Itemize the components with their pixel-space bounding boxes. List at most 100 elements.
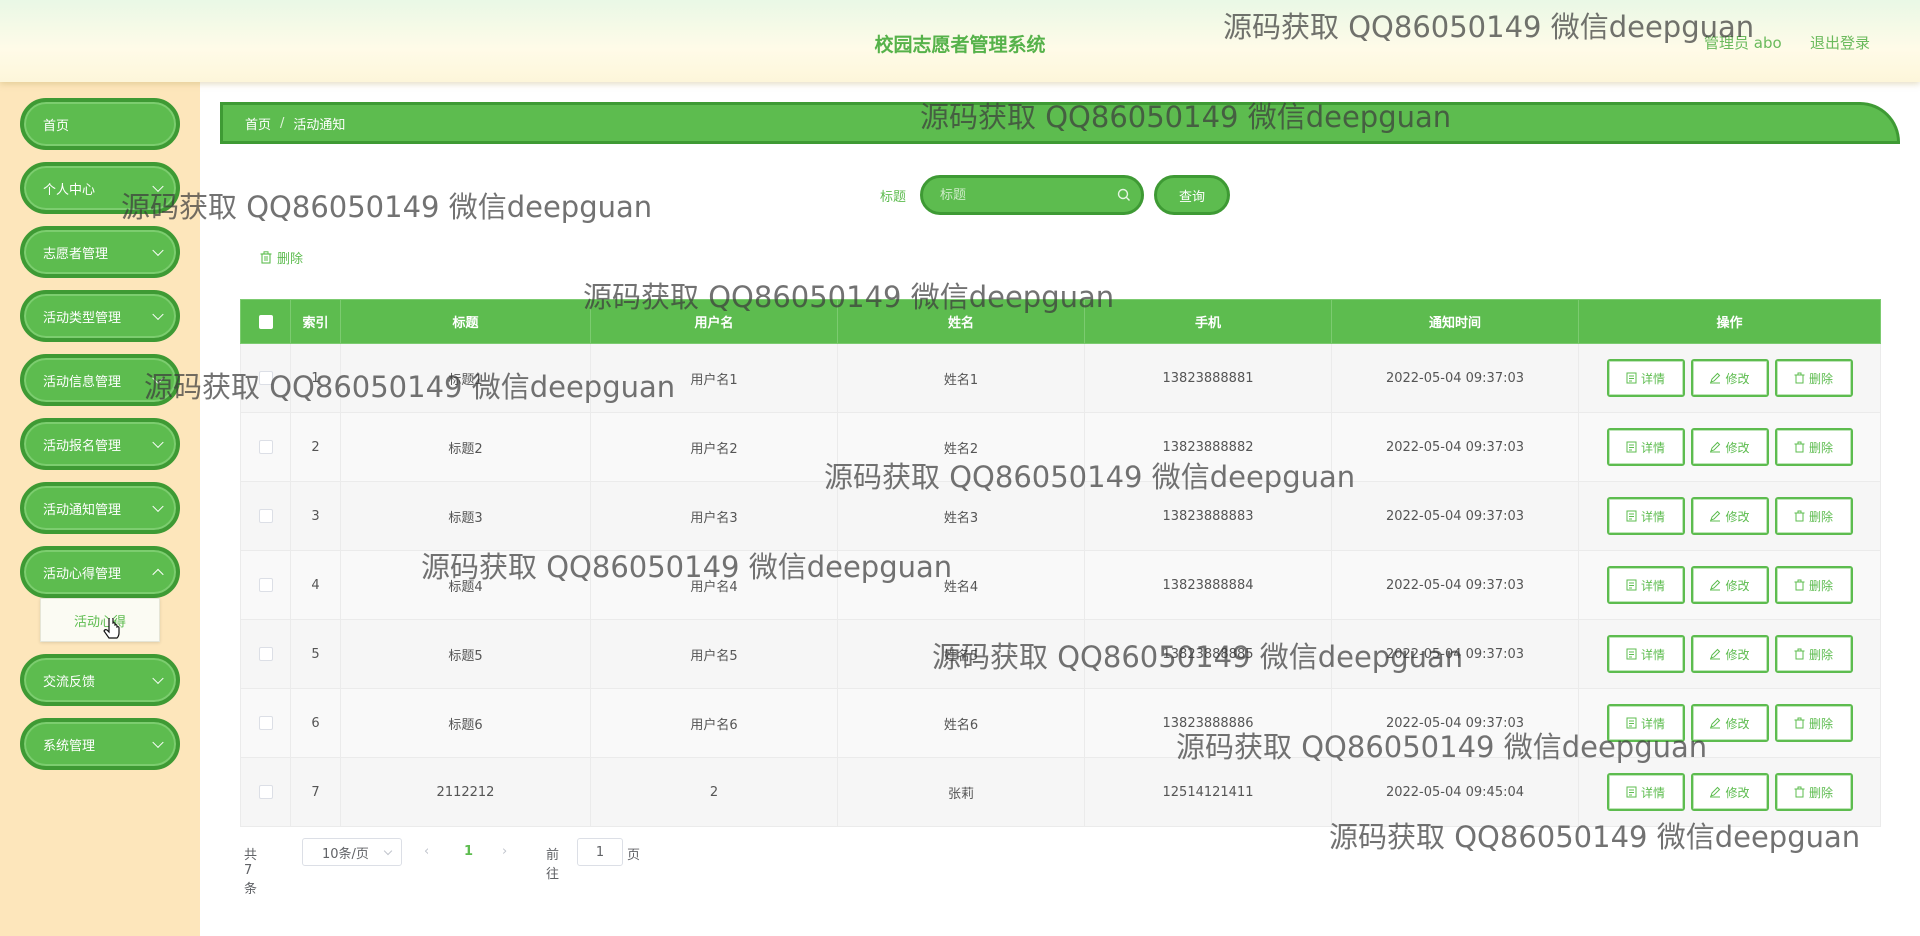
prev-page-icon[interactable]: ‹ (424, 844, 429, 859)
sidebar-item-feedback[interactable]: 交流反馈 (20, 654, 180, 706)
row-select-cell (240, 619, 291, 689)
edit-button[interactable]: 修改 (1690, 704, 1769, 742)
table-row: 1 标题1 用户名1 姓名1 13823888881 2022-05-04 09:37:0… (240, 343, 1881, 413)
submenu-item-activity-experience[interactable]: 活动心得 (40, 598, 160, 642)
row-checkbox[interactable] (258, 785, 273, 799)
edit-icon (1710, 579, 1721, 591)
edit-button[interactable]: 修改 (1690, 428, 1769, 466)
delete-button[interactable]: 删除 (1774, 566, 1853, 604)
cell-title: 标题4 (340, 550, 591, 620)
cell-phone: 12514121411 (1084, 757, 1332, 827)
delete-button[interactable]: 删除 (1774, 773, 1853, 811)
sidebar-item-activity-experience-management[interactable]: 活动心得管理 (20, 546, 180, 598)
sidebar-item-activity-notice-management[interactable]: 活动通知管理 (20, 482, 180, 534)
sidebar-item-activity-signup-management[interactable]: 活动报名管理 (20, 418, 180, 470)
row-checkbox[interactable] (258, 647, 273, 661)
edit-icon (1710, 648, 1721, 660)
query-button[interactable]: 查询 (1154, 175, 1230, 215)
detail-label: 详情 (1640, 716, 1665, 731)
cell-username: 用户名5 (590, 619, 838, 689)
cell-actions: 详情 修改 删除 (1578, 343, 1881, 413)
search-input[interactable] (940, 187, 1110, 203)
page-number[interactable]: 1 (464, 844, 473, 859)
detail-button[interactable]: 详情 (1606, 635, 1685, 673)
logout-link[interactable]: 退出登录 (1810, 32, 1870, 53)
delete-button[interactable]: 删除 (1774, 497, 1853, 535)
select-all-checkbox[interactable] (258, 314, 273, 329)
row-checkbox[interactable] (258, 440, 273, 454)
delete-button[interactable]: 删除 (1774, 704, 1853, 742)
sidebar-item-label: 活动类型管理 (43, 310, 122, 326)
cell-index: 5 (290, 619, 341, 689)
cell-phone: 13823888882 (1084, 412, 1332, 482)
edit-button[interactable]: 修改 (1690, 359, 1769, 397)
cell-notice-time: 2022-05-04 09:45:04 (1331, 757, 1579, 827)
trash-icon (1794, 786, 1805, 798)
sidebar-item-volunteer-management[interactable]: 志愿者管理 (20, 226, 180, 278)
row-checkbox[interactable] (258, 716, 273, 730)
row-checkbox[interactable] (258, 371, 273, 385)
column-header[interactable]: 通知时间 (1331, 299, 1579, 344)
row-checkbox[interactable] (258, 578, 273, 592)
sidebar-item-home[interactable]: 首页 (20, 98, 180, 150)
edit-button[interactable]: 修改 (1690, 773, 1769, 811)
goto-suffix: 页 (627, 848, 641, 863)
detail-button[interactable]: 详情 (1606, 359, 1685, 397)
table-row: 7 2112212 2 张莉 12514121411 2022-05-04 09:45:0… (240, 757, 1881, 827)
detail-button[interactable]: 详情 (1606, 428, 1685, 466)
column-header[interactable]: 用户名 (590, 299, 838, 344)
column-header[interactable]: 手机 (1084, 299, 1332, 344)
edit-label: 修改 (1725, 509, 1750, 524)
delete-button[interactable]: 删除 (1774, 635, 1853, 673)
row-select-cell (240, 550, 291, 620)
row-select-cell (240, 757, 291, 827)
column-header[interactable]: 标题 (340, 299, 591, 344)
next-page-icon[interactable]: › (502, 844, 507, 859)
batch-delete-button[interactable]: 删除 (260, 248, 303, 267)
sidebar-item-activity-type-management[interactable]: 活动类型管理 (20, 290, 180, 342)
breadcrumb-home[interactable]: 首页 (245, 114, 271, 133)
chevron-down-icon (152, 736, 164, 749)
sidebar-item-label: 志愿者管理 (43, 246, 109, 262)
edit-button[interactable]: 修改 (1690, 497, 1769, 535)
edit-icon (1710, 441, 1721, 453)
pagination-total: 共 7 条 (244, 848, 258, 897)
goto-label: 前往 (546, 848, 560, 882)
batch-delete-label: 删除 (277, 252, 304, 267)
trash-icon (1794, 510, 1805, 522)
chevron-down-icon (152, 672, 164, 685)
sidebar-item-activity-info-management[interactable]: 活动信息管理 (20, 354, 180, 406)
document-icon (1626, 372, 1637, 384)
edit-button[interactable]: 修改 (1690, 635, 1769, 673)
delete-button[interactable]: 删除 (1774, 428, 1853, 466)
cell-phone: 13823888884 (1084, 550, 1332, 620)
sidebar-item-personal-center[interactable]: 个人中心 (20, 162, 180, 214)
page-size-select[interactable]: 10条/页 (302, 838, 402, 866)
edit-icon (1710, 372, 1721, 384)
detail-button[interactable]: 详情 (1606, 773, 1685, 811)
cell-notice-time: 2022-05-04 09:37:03 (1331, 688, 1579, 758)
detail-label: 详情 (1640, 647, 1665, 662)
cell-title: 标题3 (340, 481, 591, 551)
document-icon (1626, 579, 1637, 591)
breadcrumb-separator: / (280, 115, 285, 131)
column-header[interactable]: 索引 (290, 299, 341, 344)
detail-button[interactable]: 详情 (1606, 704, 1685, 742)
sidebar-item-label: 活动心得管理 (43, 566, 122, 582)
detail-label: 详情 (1640, 509, 1665, 524)
document-icon (1626, 648, 1637, 660)
sidebar-item-system-management[interactable]: 系统管理 (20, 718, 180, 770)
goto-page-input[interactable] (577, 838, 623, 866)
cell-title: 标题1 (340, 343, 591, 413)
cell-notice-time: 2022-05-04 09:37:03 (1331, 481, 1579, 551)
delete-button[interactable]: 删除 (1774, 359, 1853, 397)
detail-button[interactable]: 详情 (1606, 566, 1685, 604)
row-checkbox[interactable] (258, 509, 273, 523)
edit-button[interactable]: 修改 (1690, 566, 1769, 604)
document-icon (1626, 786, 1637, 798)
cell-phone: 13823888881 (1084, 343, 1332, 413)
edit-label: 修改 (1725, 371, 1750, 386)
detail-button[interactable]: 详情 (1606, 497, 1685, 535)
cell-name: 姓名5 (837, 619, 1085, 689)
column-header[interactable]: 姓名 (837, 299, 1085, 344)
